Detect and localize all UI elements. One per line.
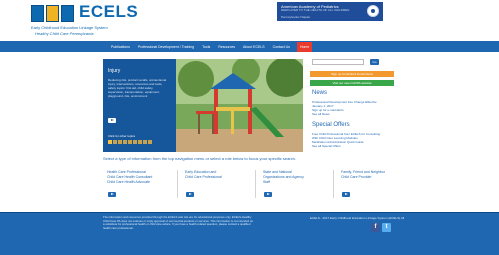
- slide-title: Injury: [108, 68, 121, 74]
- logo-block-icon: [46, 5, 59, 22]
- site-footer: The information and resources provided t…: [0, 212, 499, 255]
- topic-slider: Injury Reducing risk, product recalls, u…: [103, 59, 303, 152]
- column-divider: [177, 170, 178, 198]
- logo-block-icon: [61, 5, 74, 22]
- logo-tagline: Healthy Child Care Pennsylvania: [35, 31, 94, 36]
- search-input[interactable]: [312, 59, 364, 65]
- role-arrow-button[interactable]: [342, 192, 350, 197]
- nav-items: Publications Professional Development / …: [110, 41, 313, 52]
- nav-professional-development[interactable]: Professional Development / Training: [137, 45, 195, 49]
- logo-subtitle: Early Childhood Education Linkage System: [31, 25, 108, 30]
- slide-dot[interactable]: [138, 140, 142, 144]
- aap-subtitle: DEDICATED TO THE HEALTH OF ALL CHILDREN: [281, 8, 350, 12]
- slide-more-link[interactable]: Click for other topics: [108, 134, 135, 138]
- page: ECELS Early Childhood Education Linkage …: [0, 0, 499, 255]
- social-links: f t: [371, 223, 391, 232]
- slide-dot[interactable]: [148, 140, 152, 144]
- search-row: Go: [310, 59, 395, 66]
- nav-contact[interactable]: Contact Us: [272, 45, 291, 49]
- role-arrow-button[interactable]: [264, 192, 272, 197]
- facebook-icon[interactable]: f: [371, 223, 380, 232]
- slide-dot[interactable]: [143, 140, 147, 144]
- visit-website-button[interactable]: Visit our new CHCPA website: [310, 80, 394, 86]
- news-heading: News: [312, 90, 328, 96]
- logo-text: ECELS: [79, 2, 139, 21]
- nav-home[interactable]: Home: [296, 41, 313, 52]
- role-column-health-care: Health Care Professional Child Care Heal…: [107, 170, 192, 197]
- slide-dot[interactable]: [123, 140, 127, 144]
- twitter-icon[interactable]: t: [382, 223, 391, 232]
- slide-dot[interactable]: [118, 140, 122, 144]
- nav-tools[interactable]: Tools: [201, 45, 211, 49]
- role-column-state-national: State and National Organizations and Age…: [263, 170, 348, 197]
- footer-divider: [0, 212, 499, 213]
- slide-dots: [108, 140, 152, 144]
- info-instruction: Select a type of information from the to…: [103, 156, 296, 161]
- slide-caption: Injury Reducing risk, product recalls, u…: [103, 59, 176, 152]
- role-link[interactable]: Child Care Provider: [341, 175, 426, 180]
- aap-seal-icon: [367, 5, 379, 17]
- ecels-logo[interactable]: ECELS Early Childhood Education Linkage …: [31, 2, 138, 38]
- slide-dot[interactable]: [128, 140, 132, 144]
- news-link[interactable]: See all News: [312, 112, 330, 116]
- right-column: Go Sign up for ECELS Email Alerts Visit …: [310, 59, 395, 148]
- aap-banner[interactable]: American Academy of Pediatrics DEDICATED…: [277, 2, 383, 21]
- slide-dot[interactable]: [108, 140, 112, 144]
- slide-arrow-button[interactable]: [108, 118, 116, 123]
- slide-description: Reducing risk, product recalls, unintent…: [108, 78, 167, 98]
- footer-disclaimer: The information and resources provided t…: [103, 215, 253, 230]
- role-link[interactable]: Staff: [263, 180, 348, 185]
- email-alerts-button[interactable]: Sign up for ECELS Email Alerts: [310, 71, 394, 77]
- column-divider: [333, 170, 334, 198]
- nav-about[interactable]: About ECELS: [242, 45, 266, 49]
- logo-icons: [31, 5, 74, 22]
- nav-resources[interactable]: Resources: [217, 45, 236, 49]
- aap-chapter: Pennsylvania Chapter: [281, 15, 311, 19]
- role-link[interactable]: Child Care Health Advocate: [107, 180, 192, 185]
- main-nav: Publications Professional Development / …: [0, 41, 499, 52]
- slide-dot[interactable]: [113, 140, 117, 144]
- role-arrow-button[interactable]: [186, 192, 194, 197]
- role-column-family-friend: Family, Friend and Neighbor Child Care P…: [341, 170, 426, 197]
- special-offers-heading: Special Offers: [312, 122, 350, 128]
- footer-copyright: ECELS - 2017 Early Childhood Education L…: [310, 216, 405, 220]
- offer-link[interactable]: See all Special Offers: [312, 144, 341, 148]
- role-column-early-education: Early Education and Child Care Professio…: [185, 170, 270, 197]
- site-header: ECELS Early Childhood Education Linkage …: [0, 0, 499, 40]
- role-link[interactable]: Child Care Professional: [185, 175, 270, 180]
- nav-publications[interactable]: Publications: [110, 45, 131, 49]
- column-divider: [255, 170, 256, 198]
- main-content: Injury Reducing risk, product recalls, u…: [0, 52, 499, 212]
- logo-block-icon: [31, 5, 44, 22]
- playground-image: [176, 59, 303, 152]
- slide-dot[interactable]: [133, 140, 137, 144]
- search-button[interactable]: Go: [370, 59, 379, 65]
- role-arrow-button[interactable]: [108, 192, 116, 197]
